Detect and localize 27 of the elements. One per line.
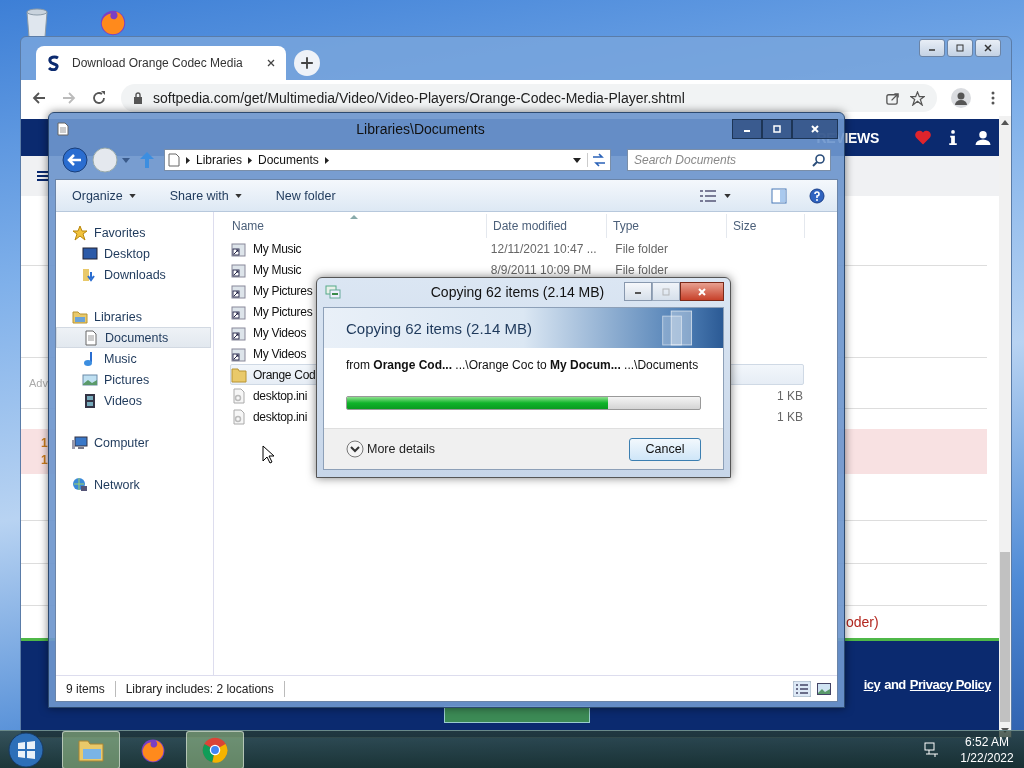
- date-cell: 12/11/2021 10:47 ...: [490, 241, 597, 256]
- copy-details: from Orange Cod... ...\Orange Coc to My Docum... ...\Documents: [345, 357, 700, 374]
- file-name: desktop.ini: [253, 388, 308, 403]
- file-name: My Music: [253, 241, 302, 256]
- status-text: 9 items: [56, 680, 116, 697]
- size-cell: 1 KB: [777, 409, 803, 424]
- file-name: My Pictures: [253, 304, 313, 319]
- dialog-title: Copying 62 items (2.14 MB): [429, 283, 606, 300]
- file-name: My Videos: [253, 346, 307, 361]
- file-name: My Videos: [253, 325, 307, 340]
- footer-text: and: [884, 677, 906, 694]
- clock-date: 1/22/2022: [960, 749, 1014, 766]
- window-title: Libraries\Documents: [355, 121, 486, 137]
- rank-number: 1: [41, 436, 48, 450]
- dialog-heading: Copying 62 items (2.14 MB): [346, 319, 533, 337]
- file-name: desktop.ini: [253, 409, 308, 424]
- file-name: My Music: [253, 262, 302, 277]
- type-cell: File folder: [615, 262, 669, 277]
- date-cell: 8/9/2011 10:09 PM: [490, 262, 592, 277]
- section-label: Adv: [28, 377, 48, 389]
- status-text: Library includes: 2 locations: [115, 680, 285, 697]
- size-cell: 1 KB: [777, 388, 803, 403]
- type-cell: File folder: [615, 241, 669, 256]
- clock-time: 6:52 AM: [965, 733, 1009, 750]
- file-name: My Pictures: [253, 283, 313, 298]
- rank-number: 1: [41, 453, 48, 467]
- file-name: Orange Cod: [253, 367, 316, 382]
